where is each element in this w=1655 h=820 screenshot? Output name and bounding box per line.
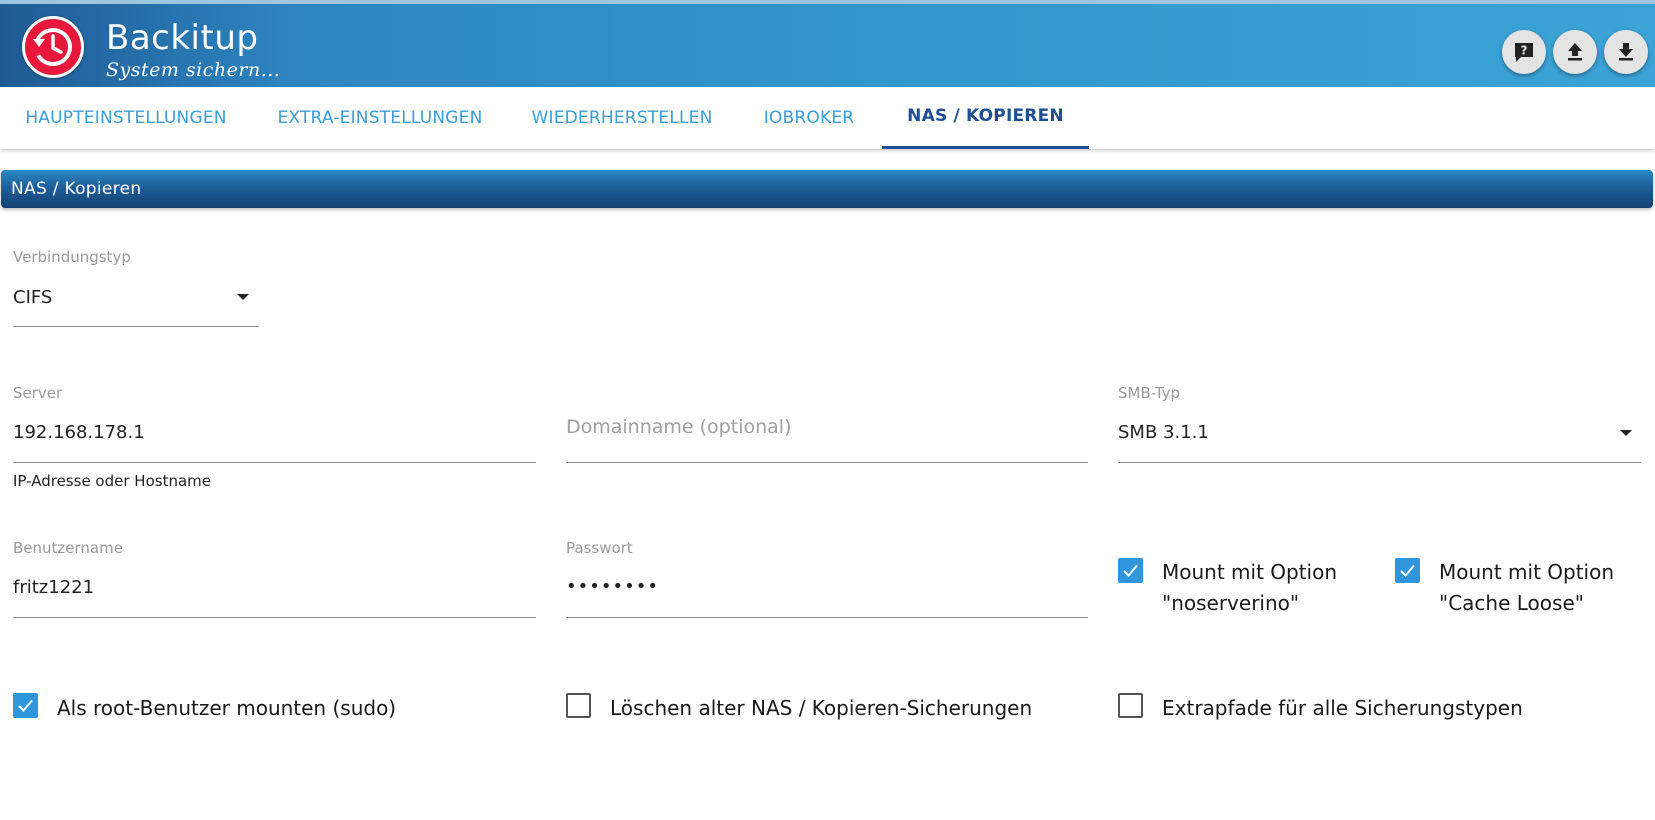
smb-type-label: SMB-Typ [1118, 384, 1181, 402]
username-underline [13, 617, 536, 618]
server-field[interactable]: Server 192.168.178.1 IP-Adresse oder Hos… [13, 384, 536, 494]
server-value: 192.168.178.1 [13, 422, 145, 443]
help-button[interactable]: ? [1502, 30, 1546, 74]
password-underline [566, 617, 1088, 618]
tab-bar: Haupteinstellungen Extra-Einstellungen W… [0, 87, 1655, 149]
clock-history-icon [33, 28, 72, 66]
upload-button[interactable] [1553, 30, 1597, 74]
extra-paths-checkbox[interactable] [1118, 693, 1143, 718]
download-icon [1619, 43, 1633, 61]
mount-cache-loose-checkbox[interactable] [1395, 558, 1420, 583]
delete-old-backups-label: Löschen alter NAS / Kopieren-Sicherungen [610, 696, 1033, 720]
chevron-down-icon [1620, 430, 1632, 436]
domain-underline [566, 462, 1088, 463]
smb-type-select[interactable]: SMB-Typ SMB 3.1.1 [1118, 384, 1641, 464]
connection-type-underline [13, 326, 259, 327]
username-label: Benutzername [13, 539, 123, 557]
server-helper-text: IP-Adresse oder Hostname [13, 472, 211, 490]
server-label: Server [13, 384, 63, 402]
server-underline [13, 462, 536, 463]
tab-haupteinstellungen[interactable]: Haupteinstellungen [0, 87, 252, 149]
sudo-mount-checkbox[interactable] [13, 693, 38, 718]
smb-type-value: SMB 3.1.1 [1118, 422, 1209, 443]
connection-type-select[interactable]: Verbindungstyp CIFS [13, 248, 259, 328]
domain-field[interactable]: Domainname (optional) [566, 384, 1088, 464]
check-icon [1400, 564, 1415, 577]
sudo-mount-label: Als root-Benutzer mounten (sudo) [57, 696, 397, 720]
password-label: Passwort [566, 539, 633, 557]
check-icon [18, 699, 33, 712]
smb-type-underline [1118, 462, 1641, 463]
download-button[interactable] [1604, 30, 1648, 74]
tab-iobroker[interactable]: ioBroker [736, 87, 882, 149]
password-value: •••••••• [566, 576, 659, 597]
section-title: NAS / Kopieren [11, 179, 142, 199]
backitup-logo [22, 16, 84, 78]
app-title: Backitup [106, 18, 259, 58]
app-header: Backitup System sichern... ? [0, 0, 1655, 87]
delete-old-backups-checkbox[interactable] [566, 693, 591, 718]
username-field[interactable]: Benutzername fritz1221 [13, 539, 536, 619]
mount-cache-loose-label-line2: "Cache Loose" [1439, 591, 1584, 615]
mount-noserverino-label-line2: "noserverino" [1162, 591, 1300, 615]
check-icon [1123, 564, 1138, 577]
section-header: NAS / Kopieren [1, 170, 1653, 208]
domain-placeholder: Domainname (optional) [566, 416, 792, 438]
mount-cache-loose-label-line1: Mount mit Option [1439, 560, 1615, 584]
mount-noserverino-label-line1: Mount mit Option [1162, 560, 1338, 584]
help-icon: ? [1515, 43, 1533, 62]
tab-nas-kopieren[interactable]: NAS / Kopieren [882, 87, 1089, 149]
connection-type-value: CIFS [13, 287, 53, 308]
mount-cache-loose-label: Mount mit Option "Cache Loose" [1439, 557, 1614, 619]
connection-type-label: Verbindungstyp [13, 248, 131, 266]
mount-noserverino-label: Mount mit Option "noserverino" [1162, 557, 1337, 619]
password-field[interactable]: Passwort •••••••• [566, 539, 1088, 619]
tab-wiederherstellen[interactable]: Wiederherstellen [508, 87, 736, 149]
chevron-down-icon [237, 294, 249, 300]
upload-icon [1568, 43, 1582, 61]
tab-extra-einstellungen[interactable]: Extra-Einstellungen [252, 87, 508, 149]
app-root: Backitup System sichern... ? Haupteinste… [0, 0, 1655, 820]
username-value: fritz1221 [13, 577, 95, 598]
extra-paths-label: Extrapfade für alle Sicherungstypen [1162, 696, 1523, 720]
svg-text:?: ? [1521, 44, 1528, 58]
mount-noserverino-checkbox[interactable] [1118, 558, 1143, 583]
app-subtitle: System sichern... [106, 59, 281, 81]
